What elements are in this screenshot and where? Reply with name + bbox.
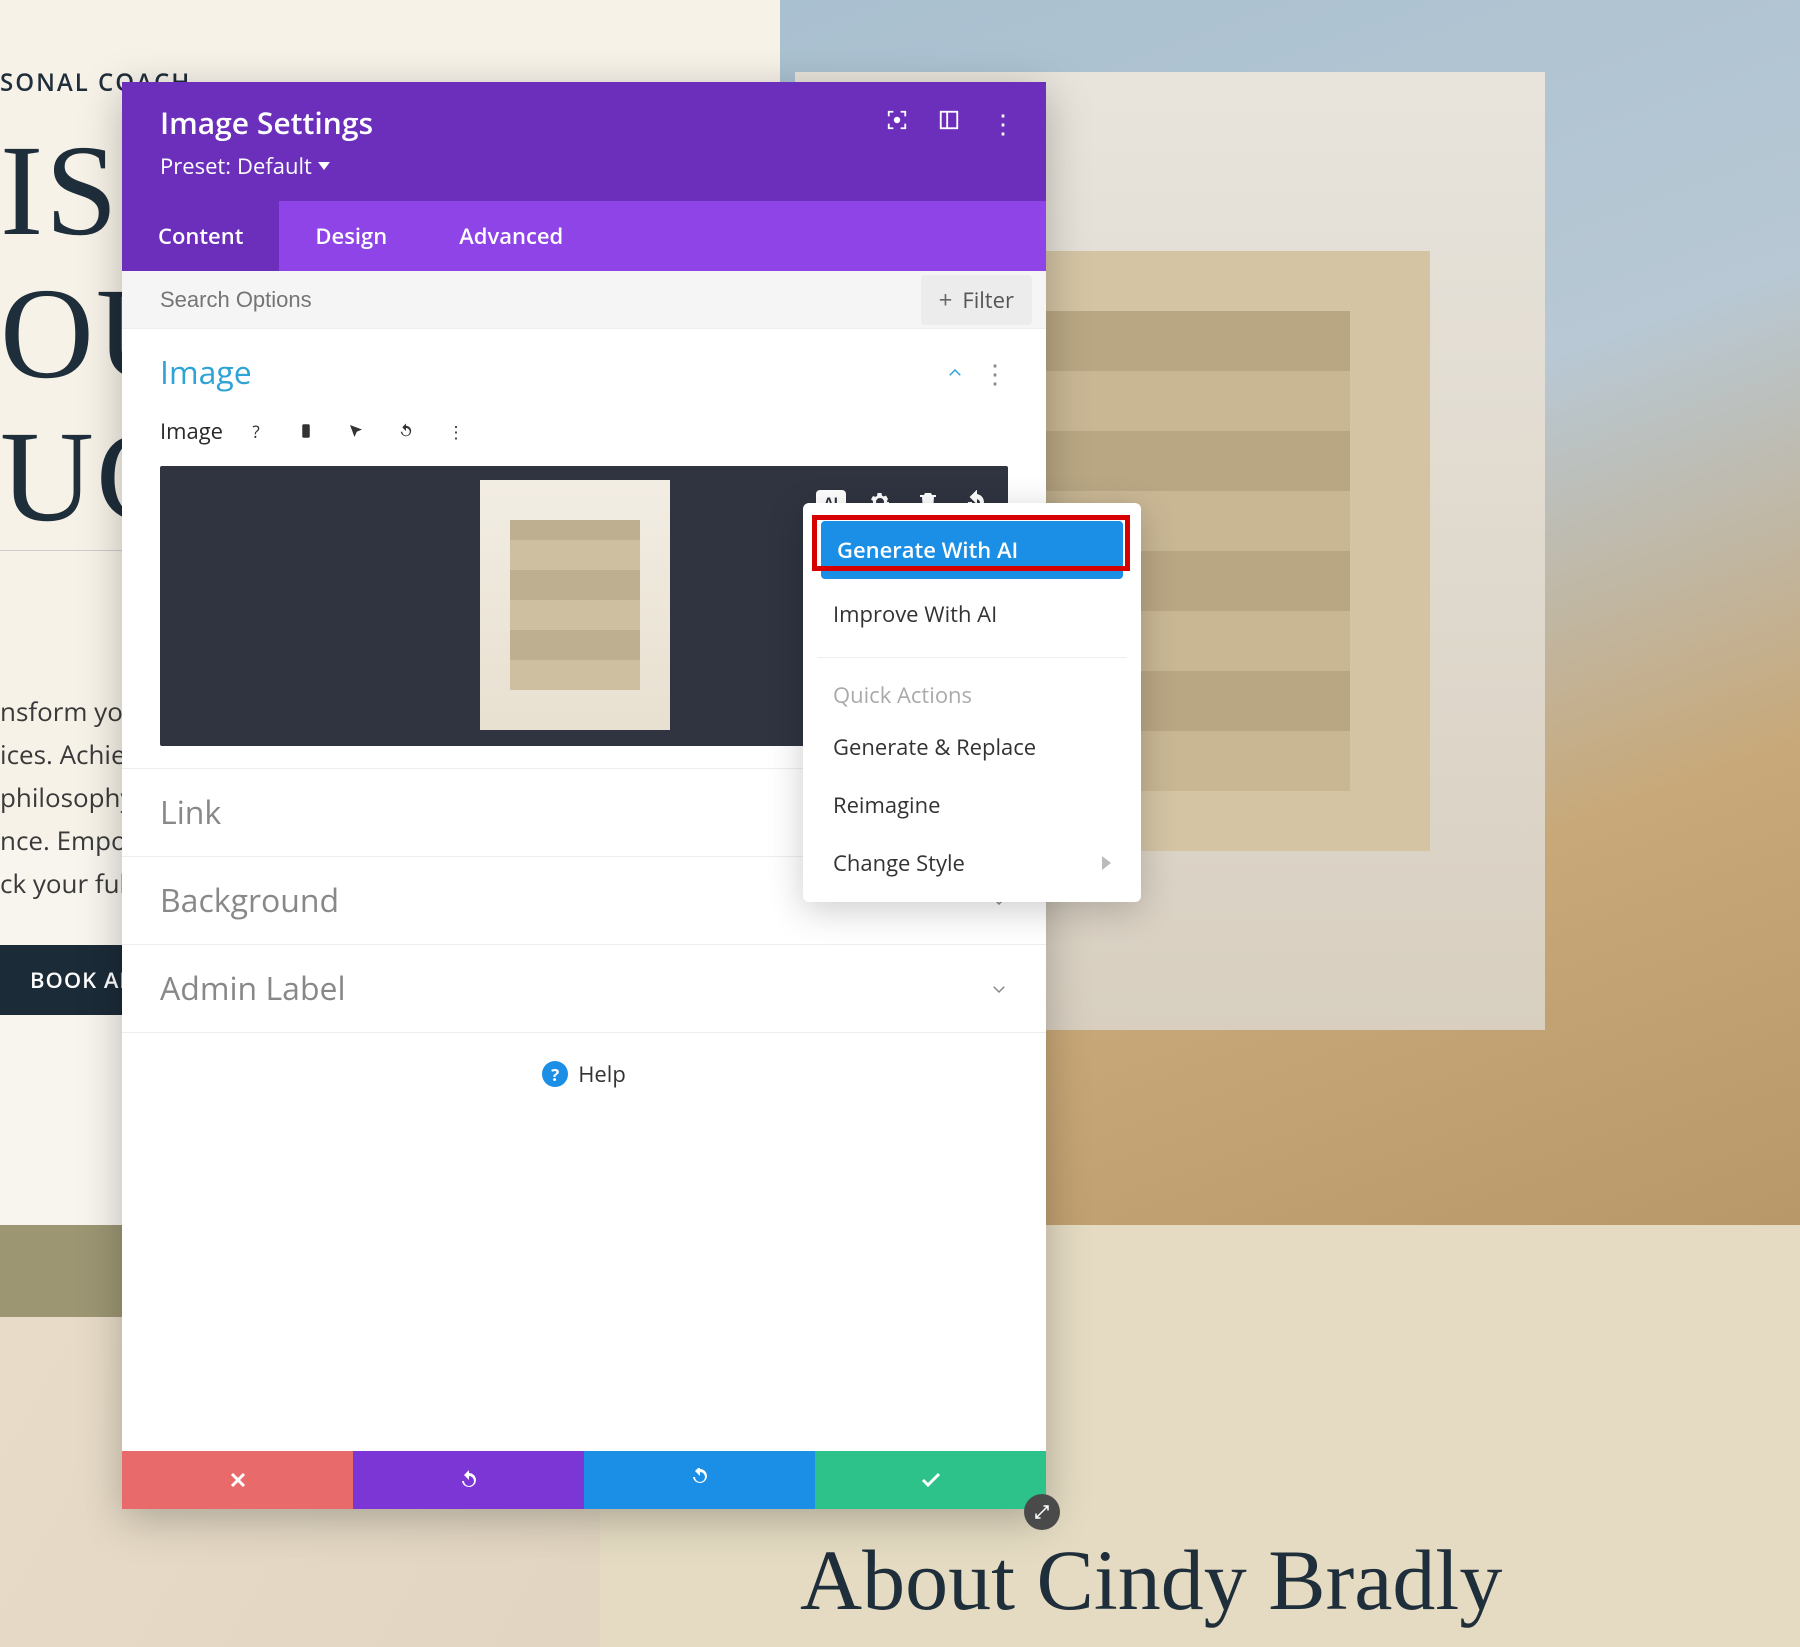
resize-handle[interactable] [1024, 1494, 1060, 1530]
field-menu-icon[interactable]: ⋮ [439, 414, 473, 448]
section-menu-icon[interactable]: ⋮ [982, 355, 1008, 391]
reset-icon[interactable] [389, 414, 423, 448]
section-admin-label[interactable]: Admin Label [122, 945, 1046, 1033]
help-row[interactable]: ? Help [122, 1033, 1046, 1115]
modal-title: Image Settings [160, 102, 373, 143]
image-field-label: Image [160, 416, 223, 446]
help-icon[interactable]: ? [239, 414, 273, 448]
ai-flyout-menu: Generate With AI Improve With AI Quick A… [803, 503, 1141, 902]
chevron-up-icon[interactable] [946, 364, 964, 382]
undo-button[interactable] [353, 1451, 584, 1509]
section-admin-label-title: Admin Label [160, 967, 346, 1010]
about-heading: About Cindy Bradly [800, 1530, 1502, 1630]
hero-divider [0, 550, 130, 551]
hover-icon[interactable] [339, 414, 373, 448]
flyout-improve-with-ai[interactable]: Improve With AI [817, 585, 1127, 643]
focus-icon[interactable] [886, 109, 908, 136]
flyout-generate-with-ai[interactable]: Generate With AI [821, 521, 1123, 579]
flyout-change-style[interactable]: Change Style [817, 834, 1127, 892]
tab-bar: Content Design Advanced [122, 201, 1046, 271]
submenu-caret-icon [1102, 856, 1111, 870]
image-thumbnail [480, 480, 670, 730]
filter-button[interactable]: + Filter [921, 275, 1032, 325]
help-label: Help [578, 1059, 626, 1089]
caret-down-icon [318, 162, 330, 170]
section-background-title: Background [160, 879, 339, 922]
help-badge-icon: ? [542, 1061, 568, 1087]
flyout-quick-actions-heading: Quick Actions [817, 672, 1127, 718]
modal-action-bar [122, 1451, 1046, 1509]
chevron-down-icon [990, 980, 1008, 998]
flyout-generate-replace[interactable]: Generate & Replace [817, 718, 1127, 776]
section-image-title[interactable]: Image [160, 351, 252, 394]
flyout-change-style-label: Change Style [833, 848, 965, 878]
tab-advanced[interactable]: Advanced [423, 201, 599, 271]
image-field-toolbar: Image ? ⋮ [160, 414, 1008, 448]
tab-design[interactable]: Design [279, 201, 423, 271]
redo-button[interactable] [584, 1451, 815, 1509]
save-button[interactable] [815, 1451, 1046, 1509]
panel-layout-icon[interactable] [938, 109, 960, 136]
flyout-reimagine[interactable]: Reimagine [817, 776, 1127, 834]
preset-value: Default [237, 151, 312, 181]
search-input[interactable] [160, 287, 683, 313]
tab-content[interactable]: Content [122, 201, 279, 271]
search-filter-row: + Filter [122, 271, 1046, 329]
preset-selector[interactable]: Preset: Default [160, 151, 1016, 181]
modal-header: Image Settings ⋮ Preset: Default [122, 82, 1046, 201]
section-link-title: Link [160, 791, 221, 834]
responsive-icon[interactable] [289, 414, 323, 448]
close-button[interactable] [122, 1451, 353, 1509]
preset-label: Preset: [160, 151, 231, 181]
modal-menu-icon[interactable]: ⋮ [990, 105, 1016, 141]
flyout-divider [817, 657, 1127, 658]
filter-label: Filter [962, 285, 1014, 315]
plus-icon: + [939, 288, 953, 312]
